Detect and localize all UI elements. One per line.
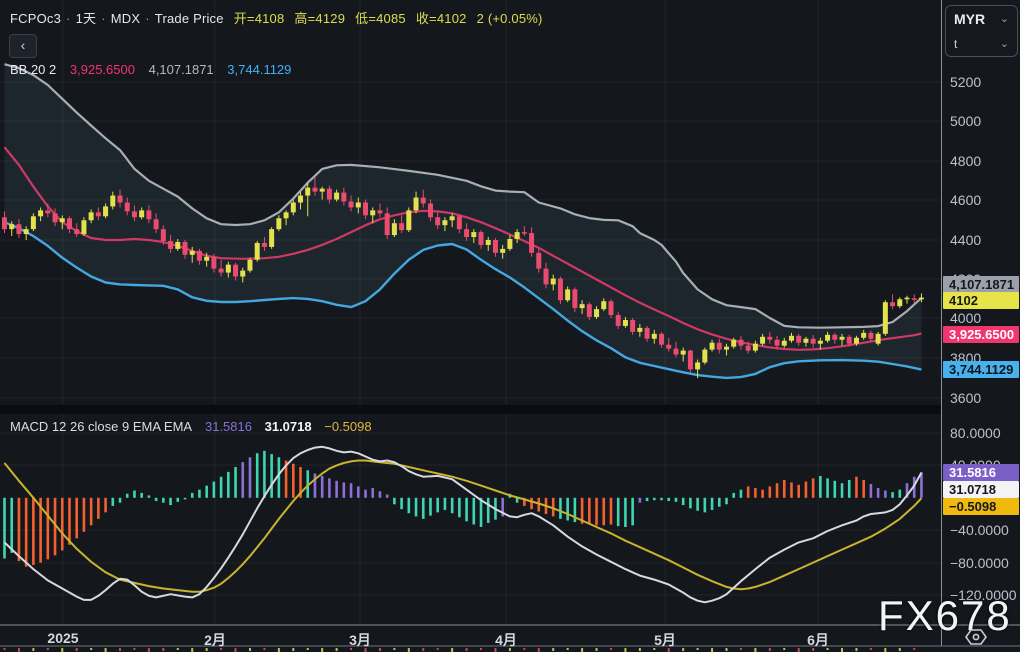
price-tick-label: 4800 — [950, 153, 982, 169]
price-tick-label: 4400 — [950, 232, 982, 248]
macd-axis-badge: −0.5098 — [943, 498, 1019, 515]
separator-dot: · — [66, 11, 71, 26]
separator-dot: · — [145, 11, 150, 26]
ohlc-open: 开=4108 — [233, 11, 285, 26]
price-axis-badge: 4102 — [943, 292, 1019, 309]
bb-indicator-legend[interactable]: BB 20 2 3,925.6500 4,107.1871 3,744.1129 — [10, 62, 291, 77]
time-axis-label[interactable]: 4月 — [495, 630, 517, 650]
currency-unit-selector: MYR ⌄ t ⌄ — [945, 5, 1018, 57]
symbol-name[interactable]: FCPOc3 — [10, 11, 61, 26]
change-value: 2 (+0.05%) — [476, 11, 543, 26]
unit-dropdown[interactable]: t ⌄ — [946, 31, 1017, 56]
time-axis-label[interactable]: 2025 — [47, 630, 78, 646]
price-tick-label: 4600 — [950, 192, 982, 208]
macd-line-value: 31.0718 — [264, 419, 312, 434]
bb-basis-value: 3,925.6500 — [69, 62, 135, 77]
chevron-down-icon: ⌄ — [999, 38, 1009, 50]
back-button[interactable]: ‹ — [9, 34, 37, 58]
series-type-label: Trade Price — [154, 11, 224, 26]
currency-value: MYR — [954, 10, 986, 27]
trading-chart-app: FCPOc3 · 1天 · MDX · Trade Price 开=4108 高=4129 低=4… — [0, 0, 1020, 652]
macd-label: MACD 12 26 close 9 EMA EMA — [10, 419, 192, 434]
symbol-header: FCPOc3 · 1天 · MDX · Trade Price 开=4108 高=4129 低=4… — [10, 8, 543, 27]
macd-hist-value: 31.5816 — [204, 419, 252, 434]
time-axis-label[interactable]: 3月 — [349, 630, 371, 650]
price-axis-badge: 3,925.6500 — [943, 326, 1019, 343]
price-tick-label: 5000 — [950, 113, 982, 129]
macd-tick-label: −80.0000 — [950, 555, 1009, 571]
candlestick-macd-chart[interactable] — [0, 0, 1020, 652]
macd-axis-badge: 31.5816 — [943, 464, 1019, 481]
unit-value: t — [954, 36, 958, 51]
time-axis-label[interactable]: 5月 — [654, 630, 676, 650]
macd-tick-label: −40.0000 — [950, 522, 1009, 538]
bb-label: BB 20 2 — [10, 62, 57, 77]
currency-dropdown[interactable]: MYR ⌄ — [946, 6, 1017, 31]
chevron-down-icon: ⌄ — [999, 13, 1009, 25]
price-axis-badge: 3,744.1129 — [943, 361, 1019, 378]
time-axis-settings-button[interactable] — [963, 626, 989, 648]
time-axis-label[interactable]: 6月 — [807, 630, 829, 650]
back-arrow-icon: ‹ — [20, 37, 26, 53]
gear-icon — [965, 629, 987, 645]
price-tick-label: 3600 — [950, 390, 982, 406]
interval-label[interactable]: 1天 — [76, 11, 97, 26]
price-axis-badge: 4,107.1871 — [943, 276, 1019, 293]
macd-tick-label: 80.0000 — [950, 425, 1001, 441]
price-tick-label: 4000 — [950, 310, 982, 326]
separator-dot: · — [101, 11, 106, 26]
time-axis-label[interactable]: 2月 — [204, 630, 226, 650]
macd-axis-badge: 31.0718 — [943, 481, 1019, 498]
macd-indicator-legend[interactable]: MACD 12 26 close 9 EMA EMA 31.5816 31.07… — [10, 419, 372, 434]
bb-lower-value: 3,744.1129 — [227, 62, 292, 77]
ohlc-low: 低=4085 — [355, 11, 406, 26]
price-tick-label: 5200 — [950, 74, 982, 90]
bb-upper-value: 4,107.1871 — [148, 62, 214, 77]
ohlc-high: 高=4129 — [294, 11, 346, 26]
exchange-label: MDX — [110, 11, 141, 26]
ohlc-close: 收=4102 — [415, 11, 467, 26]
fx678-watermark: FX678 — [878, 592, 1012, 639]
macd-signal-value: −0.5098 — [324, 419, 372, 434]
